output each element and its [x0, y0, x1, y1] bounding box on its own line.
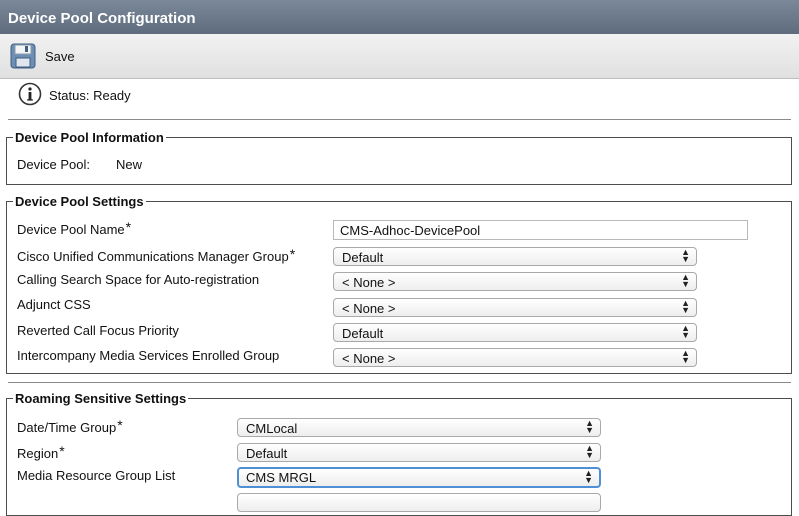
select-value: < None >: [342, 275, 396, 290]
device-pool-name-input[interactable]: CMS-Adhoc-DevicePool: [333, 220, 748, 240]
info-icon: [18, 82, 42, 109]
updown-arrows-icon: ▲ ▼: [681, 323, 690, 340]
updown-arrows-icon: ▲ ▼: [681, 348, 690, 365]
select-value: < None >: [342, 301, 396, 316]
css-auto-registration-select[interactable]: < None > ▲ ▼: [333, 272, 697, 291]
status-text: Status: Ready: [49, 88, 131, 103]
media-resource-group-list-select[interactable]: CMS MRGL ▲ ▼: [237, 467, 601, 488]
select-value: CMLocal: [246, 421, 298, 436]
select-value: Default: [342, 250, 384, 265]
next-select-partial[interactable]: [237, 493, 601, 512]
reverted-call-focus-select[interactable]: Default ▲ ▼: [333, 323, 697, 342]
required-marker: *: [117, 417, 123, 433]
css-auto-registration-label: Calling Search Space for Auto-registrati…: [17, 272, 260, 287]
adjunct-css-select[interactable]: < None > ▲ ▼: [333, 298, 697, 317]
region-select[interactable]: Default ▲ ▼: [237, 443, 601, 462]
page-title: Device Pool Configuration: [0, 0, 799, 34]
section-legend: Roaming Sensitive Settings: [15, 391, 187, 406]
updown-arrows-icon: ▲ ▼: [681, 298, 690, 315]
divider: [8, 119, 791, 120]
section-legend: Device Pool Settings: [15, 194, 144, 209]
select-value: CMS MRGL: [246, 470, 317, 485]
select-value: Default: [246, 446, 288, 461]
device-pool-label: Device Pool:: [17, 157, 90, 172]
status-line: Status: Ready: [18, 82, 131, 109]
date-time-group-select[interactable]: CMLocal ▲ ▼: [237, 418, 601, 437]
select-value: < None >: [342, 351, 396, 366]
intercompany-media-label: Intercompany Media Services Enrolled Gro…: [17, 348, 280, 363]
updown-arrows-icon: ▲ ▼: [681, 247, 690, 264]
required-marker: *: [125, 219, 132, 235]
region-label: Region*: [17, 443, 65, 461]
updown-arrows-icon: ▲ ▼: [585, 443, 594, 460]
divider: [8, 382, 791, 383]
updown-arrows-icon: ▲ ▼: [681, 272, 690, 289]
required-marker: *: [59, 443, 65, 459]
intercompany-media-select[interactable]: < None > ▲ ▼: [333, 348, 697, 367]
required-marker: *: [289, 246, 296, 262]
save-button-label: Save: [45, 48, 75, 64]
cucm-group-select[interactable]: Default ▲ ▼: [333, 247, 697, 266]
device-pool-value: New: [116, 157, 143, 172]
save-button[interactable]: Save: [10, 43, 75, 69]
section-legend: Device Pool Information: [15, 130, 164, 145]
floppy-disk-icon: [10, 43, 36, 69]
device-pool-name-label: Device Pool Name*: [17, 219, 132, 237]
media-resource-group-list-label: Media Resource Group List: [17, 468, 176, 483]
toolbar: Save: [0, 34, 799, 79]
select-value: Default: [342, 326, 384, 341]
updown-arrows-icon: ▲ ▼: [585, 418, 594, 435]
reverted-call-focus-label: Reverted Call Focus Priority: [17, 323, 179, 338]
date-time-group-label: Date/Time Group*: [17, 417, 123, 435]
cucm-group-label: Cisco Unified Communications Manager Gro…: [17, 246, 296, 264]
adjunct-css-label: Adjunct CSS: [17, 297, 91, 312]
updown-arrows-icon: ▲ ▼: [584, 468, 593, 485]
